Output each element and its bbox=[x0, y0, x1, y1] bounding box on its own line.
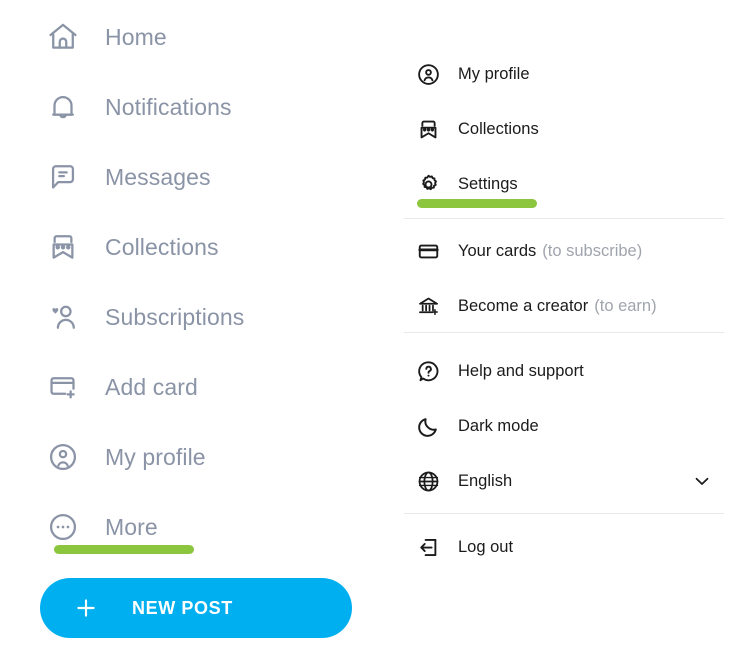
bell-icon bbox=[40, 84, 86, 130]
menu-item-label: Help and support bbox=[458, 361, 584, 380]
menu-item-log-out[interactable]: Log out bbox=[410, 525, 735, 569]
card-icon bbox=[410, 233, 446, 269]
sidebar-item-notifications[interactable]: Notifications bbox=[40, 82, 232, 132]
bank-plus-icon bbox=[410, 288, 446, 324]
question-circle-icon bbox=[410, 353, 446, 389]
menu-item-my-profile[interactable]: My profile bbox=[410, 52, 735, 96]
sidebar-item-label: More bbox=[105, 513, 158, 540]
sidebar-item-label: My profile bbox=[105, 443, 206, 470]
menu-item-collections[interactable]: Collections bbox=[410, 107, 735, 151]
menu-item-label: Collections bbox=[458, 119, 539, 138]
menu-separator bbox=[404, 218, 724, 219]
sidebar: Home Notifications Messages Collections … bbox=[0, 0, 380, 654]
sidebar-item-my-profile[interactable]: My profile bbox=[40, 432, 206, 482]
menu-item-label: Dark mode bbox=[458, 416, 539, 435]
menu-item-label: Your cards bbox=[458, 241, 537, 260]
globe-icon bbox=[410, 463, 446, 499]
sidebar-item-label: Messages bbox=[105, 163, 211, 190]
message-icon bbox=[40, 154, 86, 200]
menu-item-label: Become a creator bbox=[458, 296, 589, 315]
menu-separator bbox=[404, 513, 724, 514]
sidebar-item-label: Add card bbox=[105, 373, 198, 400]
menu-item-your-cards[interactable]: Your cards (to subscribe) bbox=[410, 229, 735, 273]
menu-item-dark-mode[interactable]: Dark mode bbox=[410, 404, 735, 448]
settings-highlight-underline bbox=[417, 199, 537, 208]
menu-item-become-a-creator[interactable]: Become a creator (to earn) bbox=[410, 284, 735, 328]
sidebar-item-messages[interactable]: Messages bbox=[40, 152, 211, 202]
more-dropdown-menu: My profile Collections Settings Your car… bbox=[396, 0, 749, 654]
menu-item-label: English bbox=[458, 471, 513, 490]
sidebar-item-label: Subscriptions bbox=[105, 303, 245, 330]
sidebar-item-label: Collections bbox=[105, 233, 219, 260]
menu-separator bbox=[404, 332, 724, 333]
sidebar-item-collections[interactable]: Collections bbox=[40, 222, 219, 272]
plus-icon bbox=[40, 595, 132, 621]
ellipsis-circle-icon bbox=[40, 504, 86, 550]
home-icon bbox=[40, 14, 86, 60]
card-plus-icon bbox=[40, 364, 86, 410]
menu-item-label: Log out bbox=[458, 537, 514, 556]
sidebar-item-home[interactable]: Home bbox=[40, 12, 167, 62]
menu-item-sublabel: (to subscribe) bbox=[542, 241, 643, 260]
bookmark-stars-icon bbox=[410, 111, 446, 147]
sidebar-item-label: Home bbox=[105, 23, 167, 50]
new-post-label: NEW POST bbox=[132, 597, 233, 618]
menu-item-help-and-support[interactable]: Help and support bbox=[410, 349, 735, 393]
sidebar-item-label: Notifications bbox=[105, 93, 232, 120]
more-highlight-underline bbox=[54, 545, 194, 554]
gear-icon bbox=[410, 166, 446, 202]
person-heart-icon bbox=[40, 294, 86, 340]
logout-icon bbox=[410, 529, 446, 565]
menu-item-label: Settings bbox=[458, 174, 518, 193]
new-post-button[interactable]: NEW POST bbox=[40, 578, 352, 638]
chevron-down-icon[interactable] bbox=[691, 470, 713, 492]
menu-item-sublabel: (to earn) bbox=[594, 296, 657, 315]
moon-icon bbox=[410, 408, 446, 444]
menu-item-label: My profile bbox=[458, 64, 530, 83]
profile-circle-icon bbox=[410, 56, 446, 92]
sidebar-item-add-card[interactable]: Add card bbox=[40, 362, 198, 412]
sidebar-item-subscriptions[interactable]: Subscriptions bbox=[40, 292, 244, 342]
profile-circle-icon bbox=[40, 434, 86, 480]
menu-item-language[interactable]: English bbox=[410, 459, 735, 503]
bookmark-stars-icon bbox=[40, 224, 86, 270]
